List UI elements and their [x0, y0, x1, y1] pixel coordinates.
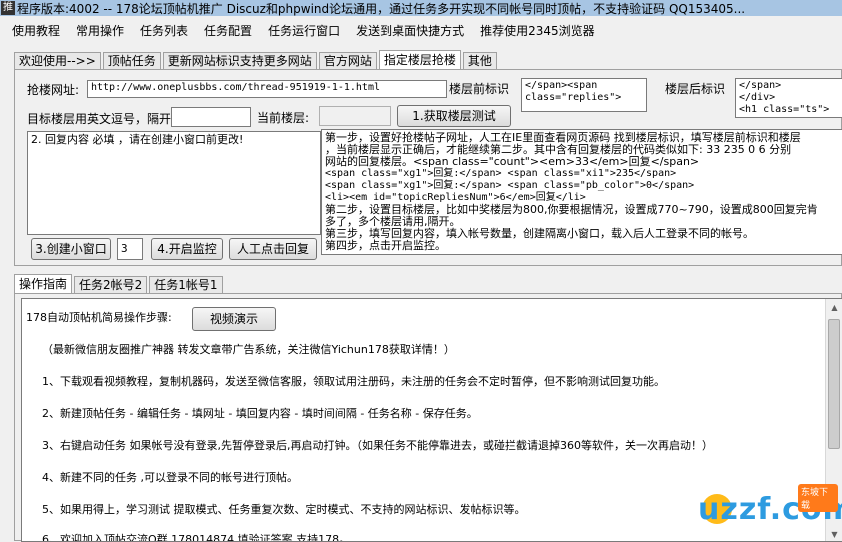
- app-icon: 推: [1, 1, 15, 15]
- get-floor-test-button[interactable]: 1.获取楼层测试: [397, 105, 511, 127]
- tab-floor-grab[interactable]: 指定楼层抢楼: [378, 50, 461, 70]
- help-line: <span class="xg1">回复:</span> <span class…: [325, 168, 677, 179]
- guide-item: 1、下载观看视频教程，复制机器码，发送至微信客服，领取试用注册码，未注册的任务会…: [42, 375, 665, 388]
- help-line: 第四步，点击开启监控。: [325, 239, 446, 252]
- floor-suffix-field[interactable]: </span> </div> <h1 class="ts">: [735, 78, 842, 118]
- window-title: 程序版本:4002 -- 178论坛顶帖机推广 Discuz和phpwind论坛…: [17, 1, 746, 16]
- title-bar: 推 程序版本:4002 -- 178论坛顶帖机推广 Discuz和phpwind…: [0, 0, 842, 16]
- floor-grab-panel: 抢楼网址: http://www.oneplusbbs.com/thread-9…: [14, 69, 842, 266]
- guide-item: 2、新建顶帖任务 - 编辑任务 - 填网址 - 填回复内容 - 填时间间隔 - …: [42, 407, 478, 420]
- tab-official-site[interactable]: 官方网站: [318, 52, 377, 70]
- site-watermark: uzzf.com 东坡下载: [698, 482, 842, 538]
- guide-notice: （最新微信朋友圈推广神器 转发文章带广告系统，关注微信Yichun178获取详情…: [42, 343, 455, 356]
- guide-item: 6、欢迎加入顶帖交流Q群 178014874 填验证答案 支持178。: [42, 533, 351, 542]
- tab-task2-account2[interactable]: 任务2帐号2: [74, 276, 148, 294]
- top-tab-strip: 欢迎使用-->> 顶帖任务 更新网站标识支持更多网站 官方网站 指定楼层抢楼 其…: [14, 50, 497, 70]
- menu-bar: 使用教程 常用操作 任务列表 任务配置 任务运行窗口 发送到桌面快捷方式 推荐使…: [0, 18, 842, 44]
- menu-desktop-shortcut[interactable]: 发送到桌面快捷方式: [348, 18, 472, 44]
- reply-content-field[interactable]: 2. 回复内容 必填 ，请在创建小窗口前更改!: [27, 131, 321, 235]
- start-monitor-button[interactable]: 4.开启监控: [151, 238, 223, 260]
- tab-guide[interactable]: 操作指南: [14, 274, 73, 294]
- manual-reply-button[interactable]: 人工点击回复: [229, 238, 317, 260]
- menu-task-list[interactable]: 任务列表: [132, 18, 196, 44]
- tab-welcome[interactable]: 欢迎使用-->>: [14, 52, 101, 70]
- guide-item: 3、右键启动任务 如果帐号没有登录,先暂停登录后,再启动打钟。（如果任务不能停靠…: [42, 439, 713, 452]
- tab-update-site-ids[interactable]: 更新网站标识支持更多网站: [162, 52, 317, 70]
- guide-heading: 178自动顶帖机简易操作步骤:: [26, 311, 172, 324]
- window-count-field[interactable]: 3: [117, 238, 143, 260]
- help-line: <span class="xg1">回复:</span> <span class…: [325, 180, 695, 191]
- menu-common-ops[interactable]: 常用操作: [68, 18, 132, 44]
- tab-bump-task[interactable]: 顶帖任务: [102, 52, 161, 70]
- floor-suffix-label: 楼层后标识: [665, 82, 726, 96]
- help-line: 网站的回复楼层。<span class="count"><em>33</em>回…: [325, 155, 700, 168]
- url-field[interactable]: http://www.oneplusbbs.com/thread-951919-…: [87, 80, 447, 98]
- floor-prefix-label: 楼层前标识: [449, 82, 510, 96]
- watermark-badge: 东坡下载: [798, 484, 838, 512]
- menu-task-window[interactable]: 任务运行窗口: [260, 18, 348, 44]
- scroll-thumb[interactable]: [828, 319, 840, 449]
- target-floor-field[interactable]: [171, 107, 251, 127]
- tab-other[interactable]: 其他: [462, 52, 497, 70]
- help-instructions: 第一步，设置好抢楼帖子网址，人工在IE里面查看网页源码 找到楼层标识，填写楼层前…: [321, 129, 842, 255]
- scroll-up-arrow-icon[interactable]: ▲: [826, 299, 842, 316]
- guide-item: 5、如果用得上，学习测试 提取模式、任务重复次数、定时模式、不支持的网站标识、发…: [42, 503, 526, 516]
- menu-browser[interactable]: 推荐使用2345浏览器: [472, 18, 603, 44]
- menu-task-config[interactable]: 任务配置: [196, 18, 260, 44]
- current-floor-label: 当前楼层:: [257, 111, 310, 125]
- reply-content-text: 2. 回复内容 必填 ，请在创建小窗口前更改!: [31, 133, 244, 146]
- floor-prefix-field[interactable]: </span><span class="replies">: [521, 78, 647, 112]
- guide-item: 4、新建不同的任务 ,可以登录不同的帐号进行顶帖。: [42, 471, 298, 484]
- tab-task1-account1[interactable]: 任务1帐号1: [149, 276, 223, 294]
- target-floor-label: 目标楼层用英文逗号，隔开: [27, 112, 172, 126]
- bottom-tab-strip: 操作指南 任务2帐号2 任务1帐号1: [14, 274, 223, 294]
- url-label: 抢楼网址:: [27, 83, 80, 97]
- menu-tutorial[interactable]: 使用教程: [4, 18, 68, 44]
- create-window-button[interactable]: 3.创建小窗口: [31, 238, 111, 260]
- current-floor-field: [319, 106, 391, 126]
- video-demo-button[interactable]: 视频演示: [192, 307, 276, 331]
